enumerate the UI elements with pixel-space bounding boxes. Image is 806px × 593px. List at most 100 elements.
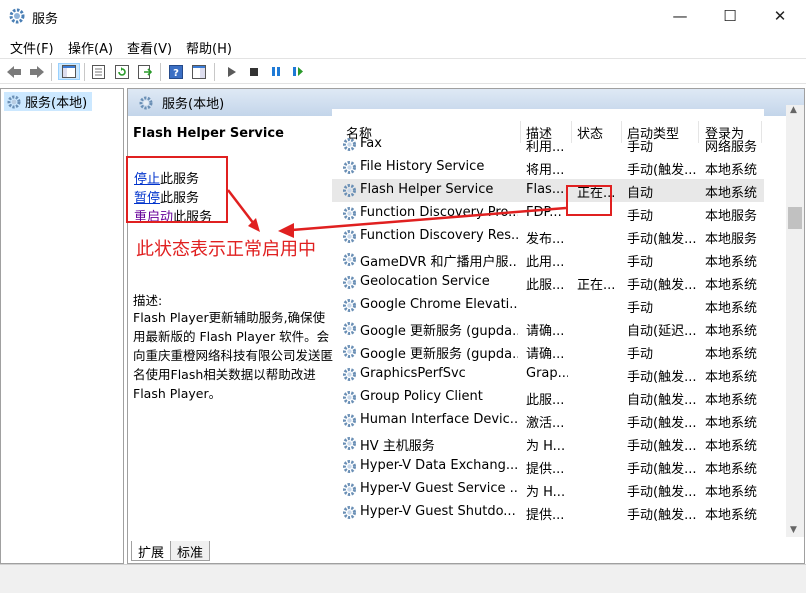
table-row[interactable]: Hyper-V Guest Shutdo... 提供... 手动(触发... 本地系统 bbox=[332, 501, 764, 524]
action-pane-icon[interactable] bbox=[190, 63, 207, 80]
cell-name: Hyper-V Data Exchang... bbox=[360, 458, 518, 473]
cell-logon-as: 本地系统 bbox=[705, 278, 758, 293]
menu-view[interactable]: 查看(V) bbox=[127, 38, 172, 57]
cell-logon-as: 本地系统 bbox=[705, 186, 758, 201]
minimize-button[interactable]: — bbox=[657, 0, 703, 32]
service-gear-icon bbox=[343, 138, 356, 151]
cell-startup-type: 手动(触发... bbox=[627, 278, 697, 293]
table-row[interactable]: Human Interface Devic... 激活... 手动(触发... 本地系… bbox=[332, 409, 764, 432]
cell-description: 此用... bbox=[526, 255, 565, 270]
back-icon[interactable] bbox=[5, 63, 22, 80]
scroll-up-icon[interactable]: ▲ bbox=[790, 105, 797, 115]
service-gear-icon bbox=[343, 506, 356, 519]
properties-icon[interactable] bbox=[90, 63, 107, 80]
stop-icon[interactable] bbox=[245, 63, 262, 80]
cell-startup-type: 手动 bbox=[627, 255, 654, 270]
cell-logon-as: 本地系统 bbox=[705, 324, 758, 339]
service-gear-icon bbox=[343, 391, 356, 404]
table-row[interactable]: Flash Helper Service Flas... 正在... 自动 本地系统 bbox=[332, 179, 764, 202]
cell-name: GraphicsPerfSvc bbox=[360, 366, 466, 381]
table-row[interactable]: Geolocation Service 此服... 正在... 手动(触发... 本地系… bbox=[332, 271, 764, 294]
cell-description: 请确... bbox=[526, 347, 565, 362]
console-tree-icon[interactable] bbox=[58, 63, 80, 80]
service-title: Flash Helper Service bbox=[133, 126, 284, 141]
services-gear-icon bbox=[7, 95, 21, 108]
cell-logon-as: 本地系统 bbox=[705, 255, 758, 270]
service-gear-icon bbox=[343, 483, 356, 496]
cell-logon-as: 本地系统 bbox=[705, 416, 758, 431]
forward-icon[interactable] bbox=[28, 63, 45, 80]
table-row[interactable]: Google Chrome Elevati... 手动 本地系统 bbox=[332, 294, 764, 317]
pause-icon[interactable] bbox=[267, 63, 284, 80]
service-gear-icon bbox=[343, 368, 356, 381]
scroll-down-icon[interactable]: ▼ bbox=[790, 525, 797, 535]
export-icon[interactable] bbox=[136, 63, 153, 80]
table-row[interactable]: Google 更新服务 (gupda... 请确... 自动(延迟... 本地系统 bbox=[332, 317, 764, 340]
cell-name: Human Interface Devic... bbox=[360, 412, 518, 427]
table-row[interactable]: File History Service 将用... 手动(触发... 本地系统 bbox=[332, 156, 764, 179]
window-title: 服务 bbox=[32, 12, 59, 27]
cell-name: Function Discovery Res... bbox=[360, 228, 518, 243]
cell-name: Hyper-V Guest Service ... bbox=[360, 481, 518, 496]
menu-help[interactable]: 帮助(H) bbox=[186, 38, 232, 57]
toolbar: ? bbox=[0, 58, 806, 84]
cell-startup-type: 手动(触发... bbox=[627, 232, 697, 247]
vertical-scrollbar[interactable]: ▲ ▼ bbox=[786, 105, 804, 537]
cell-logon-as: 本地系统 bbox=[705, 508, 758, 523]
cell-startup-type: 手动 bbox=[627, 140, 654, 155]
tab-standard[interactable]: 标准 bbox=[170, 541, 211, 561]
maximize-button[interactable]: ☐ bbox=[707, 0, 753, 32]
title-bar: 服务 — ☐ ✕ bbox=[0, 0, 806, 33]
table-row[interactable]: Group Policy Client 此服... 自动(触发... 本地系统 bbox=[332, 386, 764, 409]
service-gear-icon bbox=[343, 253, 356, 266]
table-row[interactable]: Function Discovery Res... 发布... 手动(触发... 本地… bbox=[332, 225, 764, 248]
pane-header-title: 服务(本地) bbox=[162, 97, 225, 112]
cell-description: 请确... bbox=[526, 324, 565, 339]
service-gear-icon bbox=[343, 345, 356, 358]
cell-description: 为 H... bbox=[526, 485, 566, 500]
scrollbar-thumb[interactable] bbox=[788, 207, 802, 229]
start-icon[interactable] bbox=[223, 63, 240, 80]
service-gear-icon bbox=[343, 460, 356, 473]
menu-action[interactable]: 操作(A) bbox=[68, 38, 113, 57]
cell-logon-as: 本地系统 bbox=[705, 301, 758, 316]
refresh-icon[interactable] bbox=[113, 63, 130, 80]
close-button[interactable]: ✕ bbox=[757, 0, 803, 32]
tab-extended[interactable]: 扩展 bbox=[131, 541, 172, 561]
menu-bar: 文件(F) 操作(A) 查看(V) 帮助(H) bbox=[0, 35, 806, 57]
table-row[interactable]: GraphicsPerfSvc Grap... 手动(触发... 本地系统 bbox=[332, 363, 764, 386]
status-highlight-box bbox=[566, 185, 612, 216]
help-icon[interactable]: ? bbox=[167, 63, 184, 80]
cell-name: Google 更新服务 (gupda... bbox=[360, 347, 518, 362]
restart-icon[interactable] bbox=[289, 63, 306, 80]
cell-description: 此服... bbox=[526, 393, 565, 408]
cell-logon-as: 网络服务 bbox=[705, 140, 758, 155]
table-row[interactable]: Function Discovery Pro... FDP... 手动 本地服务 bbox=[332, 202, 764, 225]
list-header: ^ 名称 描述 状态 启动类型 登录为 bbox=[332, 109, 764, 143]
table-row[interactable]: Hyper-V Data Exchang... 提供... 手动(触发... 本地系统 bbox=[332, 455, 764, 478]
menu-file[interactable]: 文件(F) bbox=[10, 38, 54, 57]
table-row[interactable]: GameDVR 和广播用户服... 此用... 手动 本地系统 bbox=[332, 248, 764, 271]
status-bar bbox=[0, 564, 806, 593]
cell-logon-as: 本地系统 bbox=[705, 370, 758, 385]
cell-description: 将用... bbox=[526, 163, 565, 178]
table-row[interactable]: Google 更新服务 (gupda... 请确... 手动 本地系统 bbox=[332, 340, 764, 363]
cell-description: 利用... bbox=[526, 140, 565, 155]
annotation-text: 此状态表示正常启用中 bbox=[136, 239, 316, 260]
table-row[interactable]: HV 主机服务 为 H... 手动(触发... 本地系统 bbox=[332, 432, 764, 455]
cell-startup-type: 自动(触发... bbox=[627, 393, 697, 408]
cell-description: Grap... bbox=[526, 366, 568, 381]
cell-startup-type: 手动(触发... bbox=[627, 163, 697, 178]
cell-name: Group Policy Client bbox=[360, 389, 483, 404]
table-row[interactable]: Hyper-V Guest Service ... 为 H... 手动(触发... 本… bbox=[332, 478, 764, 501]
service-gear-icon bbox=[343, 184, 356, 197]
cell-name: Flash Helper Service bbox=[360, 182, 494, 197]
cell-startup-type: 手动 bbox=[627, 301, 654, 316]
cell-name: Hyper-V Guest Shutdo... bbox=[360, 504, 516, 519]
tree-item-services-local[interactable]: 服务(本地) bbox=[4, 92, 92, 111]
svg-text:?: ? bbox=[173, 68, 179, 79]
cell-name: File History Service bbox=[360, 159, 485, 174]
cell-name: HV 主机服务 bbox=[360, 439, 435, 454]
service-gear-icon bbox=[343, 276, 356, 289]
table-row[interactable]: Fax 利用... 手动 网络服务 bbox=[332, 133, 764, 156]
